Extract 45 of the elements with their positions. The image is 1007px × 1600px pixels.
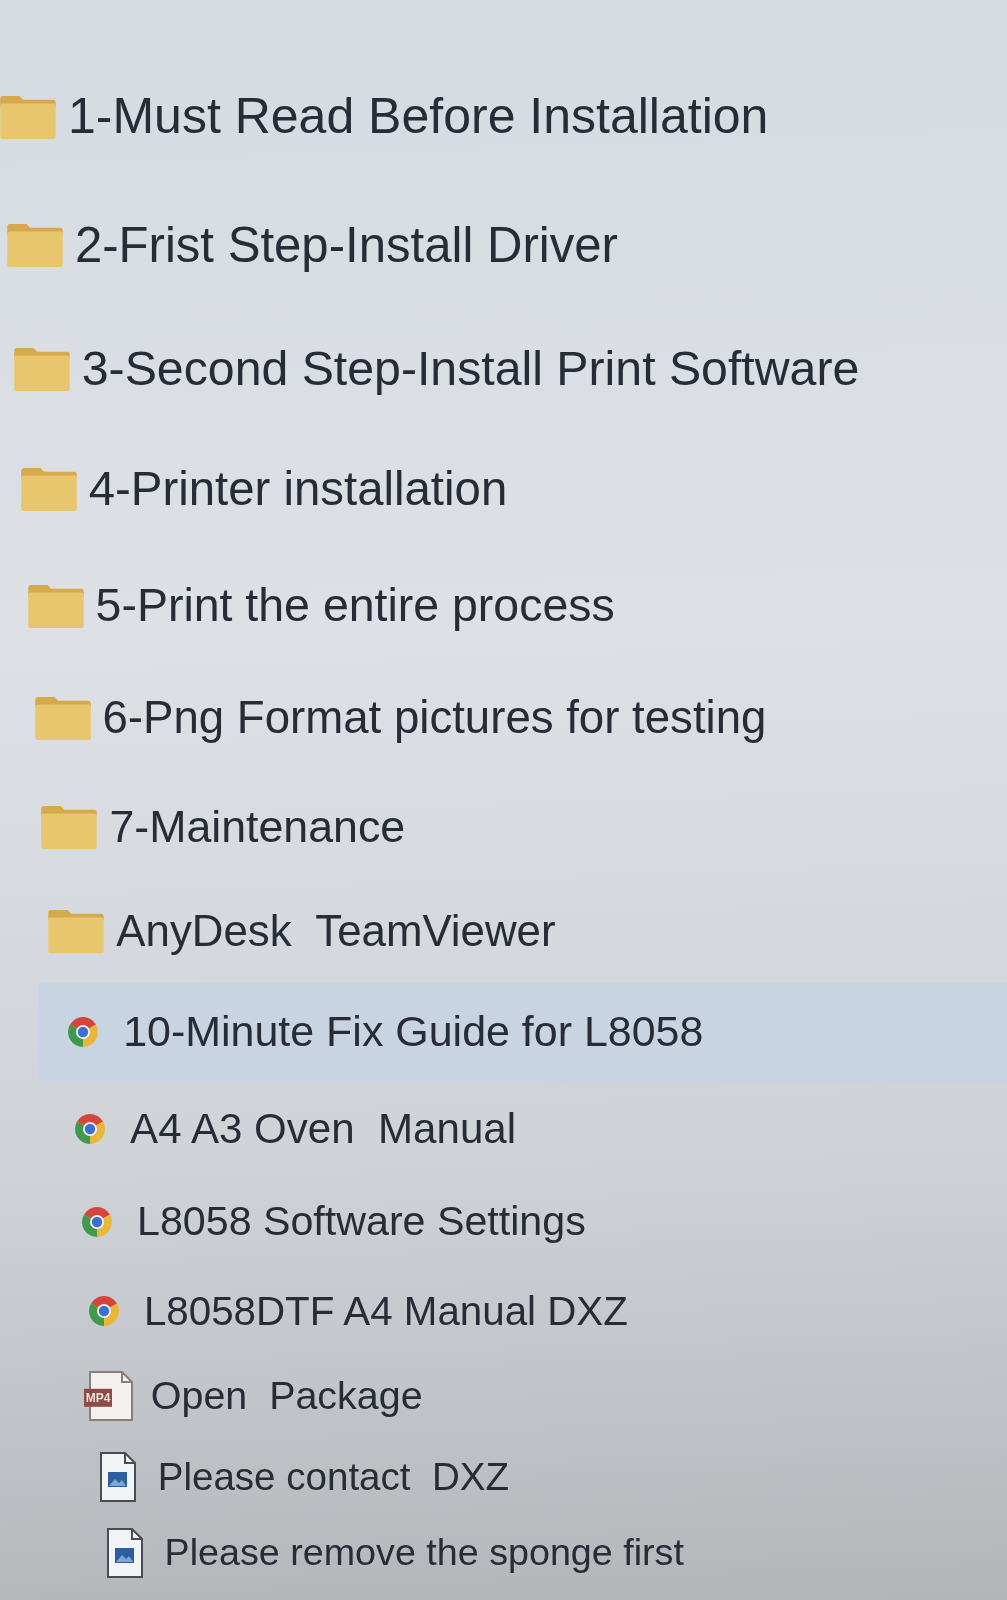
file-row[interactable]: AnyDesk TeamViewer — [31, 880, 1007, 983]
file-row[interactable]: 2-Frist Step-Install Driver — [0, 182, 1007, 309]
folder-icon — [41, 804, 98, 849]
file-name: 7-Maintenance — [109, 801, 406, 853]
folder-icon — [13, 347, 70, 392]
folder-icon — [6, 223, 63, 268]
file-name: Open Package — [150, 1373, 423, 1419]
image-file-icon — [105, 1528, 144, 1578]
folder-icon — [20, 467, 77, 512]
folder-icon — [48, 909, 105, 954]
image-file-icon — [98, 1452, 137, 1503]
file-name: A4 A3 Oven Manual — [130, 1104, 517, 1154]
file-name: 4-Printer installation — [88, 462, 508, 517]
file-row[interactable]: 3-Second Step-Install Print Software — [0, 308, 1007, 431]
browser-icon — [87, 1295, 120, 1327]
browser-icon — [67, 1016, 100, 1049]
file-row[interactable]: 1-Must Read Before Installation — [0, 52, 1007, 182]
file-row[interactable]: 6-Png Format pictures for testing — [17, 662, 1007, 774]
file-name: Please contact DXZ — [157, 1455, 510, 1500]
file-row[interactable]: A4 A3 Oven Manual — [45, 1081, 1007, 1177]
file-name: 5-Print the entire process — [95, 579, 615, 633]
file-row[interactable]: 10-Minute Fix Guide for L8058 — [38, 982, 1007, 1082]
folder-icon — [0, 95, 56, 139]
folder-icon — [34, 696, 91, 741]
file-type-label: MP4 — [83, 1388, 113, 1407]
file-row[interactable]: 7-Maintenance — [24, 773, 1007, 881]
file-row[interactable]: Please remove the sponge first — [79, 1517, 1007, 1589]
file-row[interactable]: MP4 Open Package — [65, 1354, 1007, 1438]
file-name: AnyDesk TeamViewer — [116, 906, 556, 957]
file-name: 3-Second Step-Install Print Software — [81, 341, 860, 397]
file-name: L8058 Software Settings — [137, 1198, 586, 1246]
file-row[interactable]: L8058DTF A4 Manual DXZ — [58, 1267, 1007, 1355]
file-row[interactable]: L8058 Software Settings — [52, 1176, 1007, 1268]
file-name: L8058DTF A4 Manual DXZ — [143, 1287, 628, 1335]
file-row[interactable]: 4-Printer installation — [3, 430, 1007, 549]
file-row[interactable]: Please contact DXZ — [72, 1437, 1007, 1517]
browser-icon — [74, 1113, 107, 1145]
file-name: 2-Frist Step-Install Driver — [74, 216, 618, 274]
file-name: 10-Minute Fix Guide for L8058 — [123, 1007, 704, 1057]
file-name: 1-Must Read Before Installation — [68, 88, 769, 146]
file-name: 6-Png Format pictures for testing — [102, 692, 767, 745]
file-name: Please remove the sponge first — [164, 1531, 684, 1575]
browser-icon — [81, 1205, 113, 1238]
folder-icon — [27, 583, 84, 628]
file-row[interactable]: 5-Print the entire process — [10, 548, 1007, 663]
